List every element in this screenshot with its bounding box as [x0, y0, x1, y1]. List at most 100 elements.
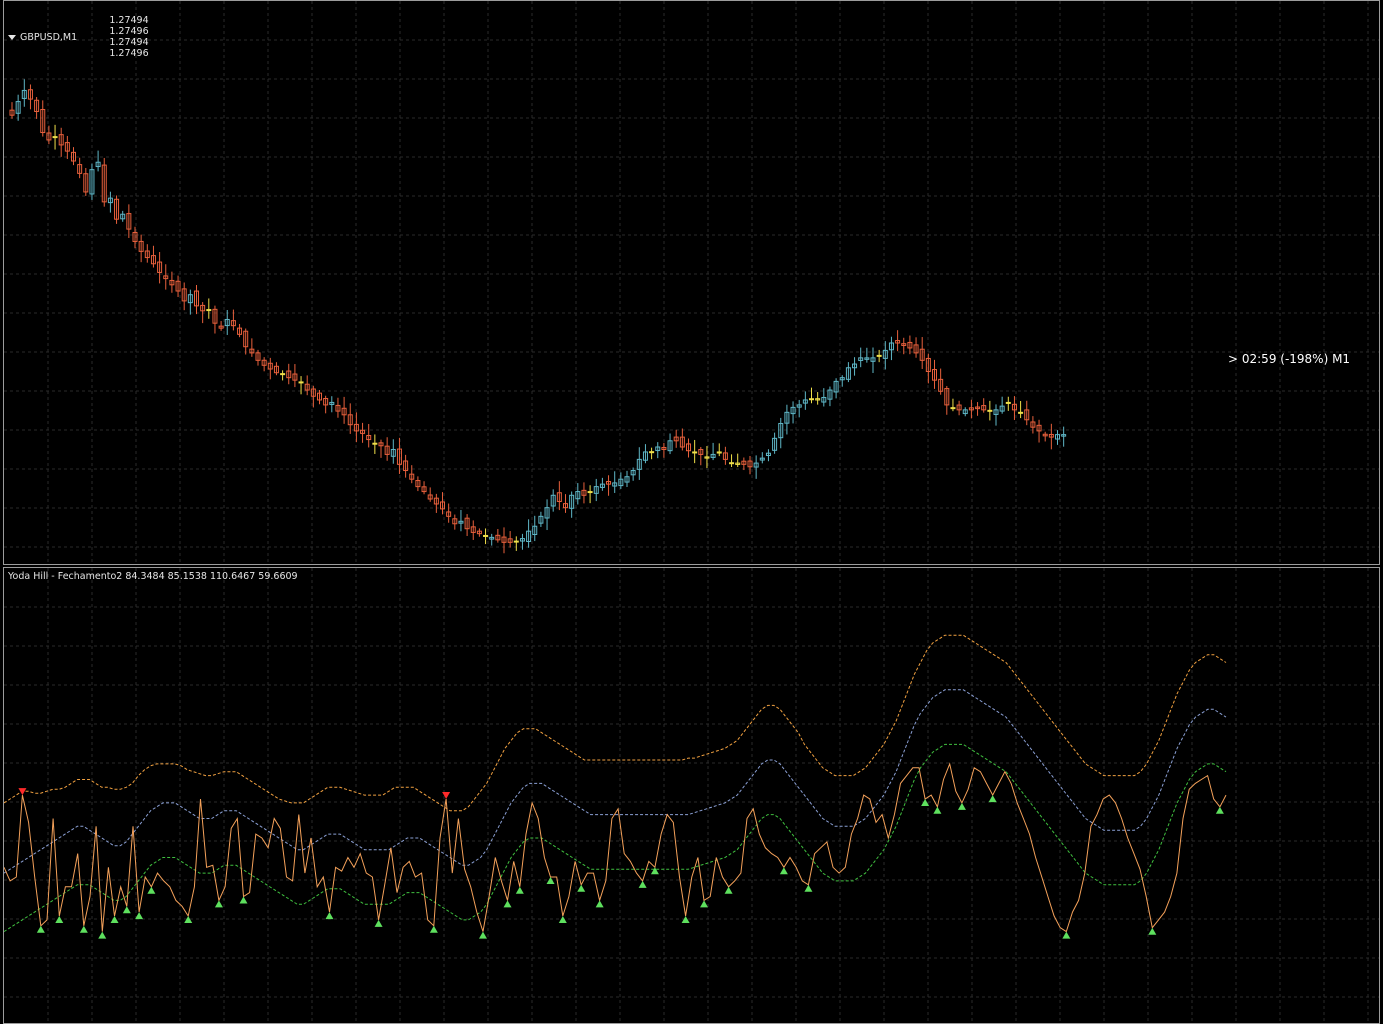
buy-arrow-icon — [429, 925, 438, 933]
oscillator-line — [4, 762, 1227, 933]
candle — [237, 323, 243, 338]
candle — [944, 385, 950, 415]
candle — [581, 482, 587, 504]
candle — [907, 335, 913, 355]
candle — [157, 251, 163, 284]
candle — [353, 412, 359, 443]
candle — [341, 396, 347, 424]
candle — [476, 528, 482, 537]
candle — [261, 357, 267, 372]
candle — [206, 298, 212, 319]
candle-body — [729, 462, 735, 465]
candle — [144, 244, 150, 263]
candle — [1055, 430, 1060, 445]
candle — [716, 443, 722, 457]
candle — [606, 475, 612, 496]
buy-arrow-icon — [700, 900, 709, 908]
indicator-grid — [4, 568, 1379, 1023]
buy-arrow-icon — [1062, 931, 1071, 939]
upper-band-line — [4, 634, 1227, 812]
candle — [741, 457, 747, 471]
candle — [150, 245, 156, 268]
candle — [747, 456, 753, 475]
candlestick-chart[interactable] — [4, 1, 1380, 565]
candle-body — [298, 381, 304, 384]
candle — [194, 285, 199, 315]
candle — [323, 395, 329, 414]
buy-arrow-icon — [98, 931, 107, 939]
candle — [642, 444, 648, 464]
candle — [464, 514, 470, 536]
candle-body — [876, 354, 882, 357]
candle — [489, 533, 495, 546]
candle — [839, 375, 845, 387]
buy-arrow-icon — [558, 916, 567, 923]
price-grid — [4, 1, 1379, 564]
price-chart-pane[interactable]: GBPUSD,M1 1.27494 1.27496 1.27494 1.2749… — [3, 0, 1380, 565]
candle — [796, 399, 802, 418]
candle — [1005, 396, 1011, 411]
candle — [722, 446, 728, 465]
candle — [710, 442, 716, 461]
indicator-pane[interactable]: Yoda Hill - Fechamento2 84.3484 85.1538 … — [3, 567, 1380, 1024]
buy-arrow-icon — [503, 900, 512, 908]
candle — [790, 401, 796, 424]
candle — [101, 157, 107, 207]
chart-menu-icon[interactable] — [8, 34, 16, 40]
candles — [9, 79, 1067, 554]
candle — [470, 520, 476, 540]
open-value: 1.27494 — [109, 15, 149, 26]
candle — [298, 376, 304, 395]
candle — [212, 305, 218, 334]
candle — [993, 404, 999, 426]
buy-arrow-icon — [325, 912, 334, 920]
candle — [913, 337, 919, 358]
candle — [89, 163, 95, 200]
candle — [9, 102, 15, 119]
candle — [27, 84, 33, 110]
low-value: 1.27494 — [109, 37, 149, 48]
candle — [224, 309, 230, 335]
candle — [501, 527, 507, 554]
candle — [267, 357, 273, 380]
indicator-chart[interactable] — [4, 568, 1380, 1024]
candle — [895, 330, 901, 352]
buy-arrow-icon — [595, 900, 604, 908]
bar-countdown-label: > 02:59 (-198%) M1 — [1228, 352, 1351, 366]
candle — [495, 528, 501, 543]
buy-arrow-icon — [374, 919, 383, 927]
candle — [1036, 419, 1042, 443]
candle-body — [987, 409, 993, 412]
candle-body — [1005, 401, 1011, 404]
buy-arrow-icon — [724, 886, 733, 894]
candle — [556, 481, 562, 511]
candle — [169, 271, 175, 293]
candle — [273, 362, 279, 376]
buy-arrow-icon — [957, 802, 966, 810]
candle — [759, 452, 765, 464]
candle — [1042, 431, 1048, 442]
candle — [698, 446, 704, 466]
candle — [778, 417, 784, 449]
candle — [403, 454, 409, 478]
candle — [538, 511, 544, 527]
buy-arrow-icon — [804, 884, 813, 892]
middle-band-line — [4, 689, 1227, 874]
candle — [544, 499, 550, 531]
candle — [679, 428, 685, 451]
buy-arrow-icon — [110, 916, 119, 923]
buy-arrow-icon — [638, 880, 647, 888]
buy-arrow-icon — [36, 925, 45, 933]
candle — [618, 472, 624, 489]
candle — [624, 470, 630, 488]
candle — [452, 514, 458, 530]
candle — [802, 391, 808, 410]
candle — [52, 124, 58, 150]
candle — [409, 465, 415, 484]
candle — [532, 515, 538, 542]
candle — [870, 347, 876, 374]
candle — [34, 97, 40, 119]
candle — [1030, 416, 1036, 434]
candle — [729, 454, 735, 467]
candle-body — [280, 373, 286, 376]
